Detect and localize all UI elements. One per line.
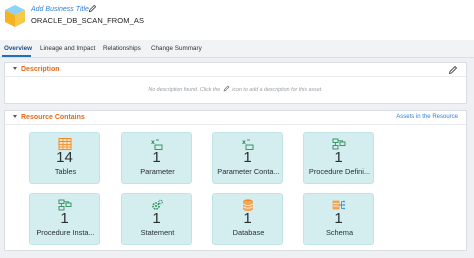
tile-count: 1: [334, 210, 343, 227]
resource-contains-panel: Resource Contains Assets in the Resource…: [4, 110, 467, 251]
svg-text:x: x: [242, 139, 246, 146]
pencil-icon: [223, 85, 230, 92]
tile-count: 1: [152, 210, 161, 227]
active-tab-indicator: [2, 55, 31, 57]
tile-count: 14: [56, 149, 73, 166]
collapse-caret-icon[interactable]: [13, 67, 17, 70]
asset-header: Add Business Title ORACLE_DB_SCAN_FROM_A…: [0, 0, 474, 40]
tile-label: Parameter Conta...: [217, 167, 280, 176]
tile-label: Tables: [54, 167, 77, 176]
tile-label: Schema: [325, 228, 354, 237]
resource-contains-header[interactable]: Resource Contains Assets in the Resource: [5, 111, 466, 125]
description-title: Description: [21, 66, 60, 73]
tile-label: Parameter: [140, 167, 175, 176]
tile-label: Procedure Insta...: [36, 228, 95, 237]
tile-schema[interactable]: 1 Schema: [303, 193, 374, 245]
tile-count: 1: [152, 149, 161, 166]
description-header[interactable]: Description: [5, 63, 466, 77]
tile-count: 1: [334, 149, 343, 166]
empty-description-message: No description found. Click the icon to …: [5, 85, 466, 93]
tile-label: Procedure Defini...: [308, 167, 371, 176]
tile-procedure-instance[interactable]: 1 Procedure Insta...: [29, 193, 100, 245]
tab-change-summary[interactable]: Change Summary: [151, 45, 202, 52]
tile-count: 1: [243, 210, 252, 227]
tile-label: Database: [232, 228, 265, 237]
svg-text:x: x: [151, 139, 155, 146]
tile-tables[interactable]: 14 Tables: [29, 132, 100, 184]
empty-description-text-start: No description found. Click the: [148, 87, 221, 93]
tile-count: 1: [60, 210, 69, 227]
tab-overview[interactable]: Overview: [4, 45, 32, 52]
tile-statement[interactable]: 1 Statement: [121, 193, 192, 245]
tile-parameter-container[interactable]: x 1 Parameter Conta...: [212, 132, 283, 184]
edit-title-pencil-icon[interactable]: [88, 4, 97, 13]
tab-bar: Overview Lineage and Impact Relationship…: [0, 40, 474, 58]
tile-procedure-definition[interactable]: 1 Procedure Defini...: [303, 132, 374, 184]
tile-parameter[interactable]: x 1 Parameter: [121, 132, 192, 184]
tab-lineage-and-impact[interactable]: Lineage and Impact: [40, 45, 95, 52]
resource-contains-title: Resource Contains: [21, 114, 85, 121]
empty-description-text-end: icon to add a description for this asset…: [232, 87, 323, 93]
assets-in-resource-link[interactable]: Assets in the Resource: [396, 114, 458, 120]
edit-description-pencil-icon[interactable]: [448, 65, 458, 75]
collapse-caret-icon[interactable]: [13, 115, 17, 118]
business-title-link[interactable]: Add Business Title: [31, 6, 89, 13]
asset-cube-icon: [5, 5, 25, 27]
tile-count: 1: [243, 149, 252, 166]
asset-name: ORACLE_DB_SCAN_FROM_AS: [31, 16, 145, 25]
tile-database[interactable]: 1 Database: [212, 193, 283, 245]
tab-relationships[interactable]: Relationships: [103, 45, 141, 52]
tile-label: Statement: [140, 228, 175, 237]
description-panel: Description No description found. Click …: [4, 62, 467, 104]
